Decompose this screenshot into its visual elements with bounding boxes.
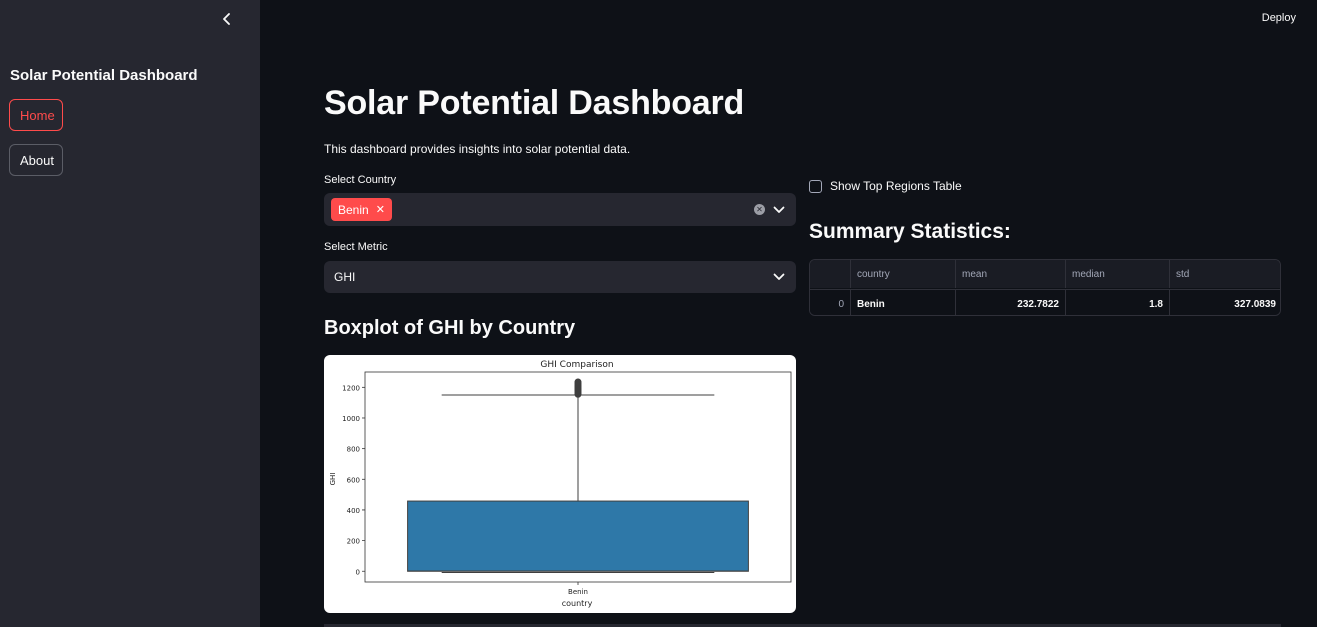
cell-median[interactable]: 1.8 bbox=[1066, 290, 1170, 315]
x-tick-label: Benin bbox=[568, 588, 588, 596]
metric-select-value: GHI bbox=[334, 270, 356, 284]
chevron-down-icon[interactable] bbox=[773, 204, 785, 216]
table-row: 0 Benin 232.7822 1.8 327.0839 bbox=[810, 289, 1280, 315]
boxplot-chart-card: GHI Comparison GHI country 0 200 400 600 800… bbox=[324, 355, 796, 613]
page-description: This dashboard provides insights into so… bbox=[324, 142, 631, 156]
boxplot-heading: Boxplot of GHI by Country bbox=[324, 317, 576, 339]
deploy-button[interactable]: Deploy bbox=[1262, 12, 1296, 24]
y-tick-label: 1200 bbox=[342, 384, 360, 392]
table-header-row: country mean median std bbox=[810, 260, 1280, 288]
chart-title: GHI Comparison bbox=[540, 360, 613, 370]
nav-about-button[interactable]: About bbox=[9, 144, 63, 176]
cell-std[interactable]: 327.0839 bbox=[1170, 290, 1280, 315]
metric-select[interactable]: GHI bbox=[324, 261, 796, 293]
collapse-sidebar-button[interactable] bbox=[218, 12, 236, 30]
tag-label: Benin bbox=[338, 202, 369, 217]
show-top-regions-checkbox[interactable]: Show Top Regions Table bbox=[809, 179, 962, 193]
cell-mean[interactable]: 232.7822 bbox=[956, 290, 1066, 315]
y-tick-label: 800 bbox=[347, 446, 360, 454]
chevron-left-icon bbox=[222, 12, 232, 30]
checkbox-box[interactable] bbox=[809, 179, 822, 193]
boxplot-chart: GHI Comparison GHI country 0 200 400 600 800… bbox=[329, 360, 792, 608]
y-tick-label: 400 bbox=[347, 507, 360, 515]
selected-country-tag: Benin ✕ bbox=[331, 198, 392, 221]
y-tick-label: 0 bbox=[356, 568, 360, 576]
x-axis-label: country bbox=[562, 599, 593, 608]
sidebar: Solar Potential Dashboard Home About bbox=[0, 0, 260, 627]
header-cell-std[interactable]: std bbox=[1170, 260, 1280, 288]
chevron-down-icon[interactable] bbox=[773, 271, 785, 283]
header-cell-mean[interactable]: mean bbox=[956, 260, 1066, 288]
clear-selection-icon[interactable]: ✕ bbox=[754, 204, 765, 215]
metric-select-label: Select Metric bbox=[324, 241, 388, 253]
checkbox-label: Show Top Regions Table bbox=[830, 179, 962, 193]
summary-table: country mean median std 0 Benin 232.7822… bbox=[809, 259, 1281, 316]
nav-home-button[interactable]: Home bbox=[9, 99, 63, 131]
outlier-point bbox=[574, 378, 582, 386]
y-tick-label: 600 bbox=[347, 476, 360, 484]
remove-tag-icon[interactable]: ✕ bbox=[376, 203, 385, 216]
box bbox=[407, 500, 749, 572]
header-cell-country[interactable]: country bbox=[851, 260, 956, 288]
cell-index[interactable]: 0 bbox=[810, 290, 851, 315]
y-tick-label: 200 bbox=[347, 538, 360, 546]
country-select-label: Select Country bbox=[324, 174, 397, 186]
header-cell-median[interactable]: median bbox=[1066, 260, 1170, 288]
y-axis-label: GHI bbox=[329, 473, 337, 486]
header-cell-index[interactable] bbox=[810, 260, 851, 288]
sidebar-title: Solar Potential Dashboard bbox=[10, 67, 198, 84]
cell-country[interactable]: Benin bbox=[851, 290, 956, 315]
page-title: Solar Potential Dashboard bbox=[324, 84, 745, 122]
y-tick-label: 1000 bbox=[342, 415, 360, 423]
country-multiselect[interactable]: Benin ✕ ✕ bbox=[324, 193, 796, 226]
summary-statistics-heading: Summary Statistics: bbox=[809, 220, 1011, 243]
